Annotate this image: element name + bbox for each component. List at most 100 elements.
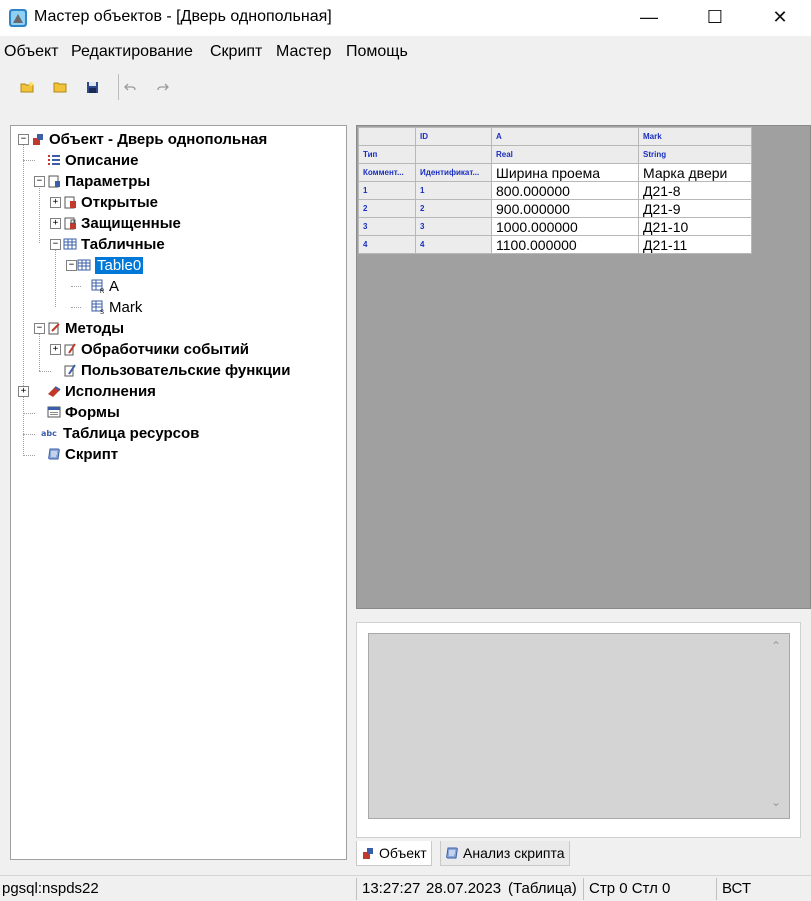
status-bar: pgsql:nspds22 13:27:27 28.07.2023 (Табли…: [0, 875, 811, 901]
header-cell[interactable]: ID: [415, 127, 492, 146]
tree-node-tabular[interactable]: Табличные: [63, 234, 165, 254]
comment-cell[interactable]: Марка двери: [638, 163, 752, 182]
cell-mark[interactable]: Д21-8: [638, 181, 752, 200]
row-id[interactable]: 4: [415, 235, 492, 254]
undo-button[interactable]: [119, 72, 141, 102]
window-title: Мастер объектов - [Дверь однопольная]: [34, 8, 332, 25]
header-row-types: Тип Real String: [358, 145, 752, 164]
expand-toggle[interactable]: +: [50, 218, 61, 229]
collapse-toggle[interactable]: −: [66, 260, 77, 271]
menu-script[interactable]: Скрипт: [210, 43, 262, 61]
editor-scrollbar[interactable]: ⌃ ⌄: [765, 634, 787, 816]
tree-node-label: Исполнения: [65, 382, 156, 400]
text-resource-icon: abc: [41, 429, 57, 438]
tree-node-label: Table0: [95, 256, 144, 274]
tree-node-label: Скрипт: [65, 445, 119, 463]
app-icon: [9, 9, 27, 27]
table-row[interactable]: 3 3 1000.000000 Д21-10: [358, 217, 752, 236]
open-button[interactable]: [49, 72, 71, 102]
script-editor[interactable]: [368, 633, 790, 819]
collapse-toggle[interactable]: −: [50, 239, 61, 250]
header-cell[interactable]: Тип: [358, 145, 416, 164]
tree-node-label: Защищенные: [81, 214, 181, 232]
status-date: 28.07.2023: [426, 880, 502, 897]
table-row[interactable]: 2 2 900.000000 Д21-9: [358, 199, 752, 218]
tree-node-script[interactable]: Скрипт: [47, 444, 118, 464]
table-row[interactable]: 4 4 1100.000000 Д21-11: [358, 235, 752, 254]
executions-icon: [48, 386, 61, 397]
tree-node-table0[interactable]: Table0: [77, 255, 144, 275]
row-header[interactable]: 4: [358, 235, 416, 254]
row-id[interactable]: 1: [415, 181, 492, 200]
row-header[interactable]: 2: [358, 199, 416, 218]
tree-node-event-handlers[interactable]: Обработчики событий: [63, 339, 249, 359]
comment-cell[interactable]: Ширина проема: [491, 163, 639, 182]
menu-help[interactable]: Помощь: [346, 43, 408, 61]
tree-node-root[interactable]: Объект - Дверь однопольная: [31, 129, 267, 149]
save-button[interactable]: [81, 72, 103, 102]
collapse-toggle[interactable]: −: [34, 176, 45, 187]
cell-a[interactable]: 1000.000000: [491, 217, 639, 236]
header-cell[interactable]: A: [491, 127, 639, 146]
expand-toggle[interactable]: +: [18, 386, 29, 397]
tab-object[interactable]: Объект: [356, 841, 432, 866]
tree-node-open[interactable]: Открытые: [63, 192, 158, 212]
object-tree[interactable]: − Объект - Дверь однопольная Описание − …: [10, 125, 347, 860]
open-folder-icon: [53, 82, 67, 93]
menu-object[interactable]: Объект: [4, 43, 58, 61]
table-row[interactable]: 1 1 800.000000 Д21-8: [358, 181, 752, 200]
header-cell[interactable]: Mark: [638, 127, 752, 146]
header-cell[interactable]: [358, 127, 416, 146]
tree-node-methods[interactable]: Методы: [47, 318, 124, 338]
new-button[interactable]: [16, 72, 38, 102]
tree-node-column-mark[interactable]: S Mark: [91, 297, 142, 317]
redo-button[interactable]: [152, 72, 174, 102]
row-header[interactable]: 3: [358, 217, 416, 236]
tree-node-description[interactable]: Описание: [47, 150, 138, 170]
row-header[interactable]: 1: [358, 181, 416, 200]
header-cell[interactable]: String: [638, 145, 752, 164]
tree-node-resources[interactable]: abc Таблица ресурсов: [41, 423, 199, 443]
menu-master[interactable]: Мастер: [276, 43, 331, 61]
cell-a[interactable]: 1100.000000: [491, 235, 639, 254]
header-cell[interactable]: Real: [491, 145, 639, 164]
tree-node-executions[interactable]: Исполнения: [47, 381, 156, 401]
svg-text:R: R: [100, 289, 105, 293]
header-cell[interactable]: Идентификат...: [415, 163, 492, 182]
row-id[interactable]: 3: [415, 217, 492, 236]
expand-toggle[interactable]: +: [50, 344, 61, 355]
table-grid[interactable]: ID A Mark Тип Real String Коммент... Иде…: [356, 125, 811, 609]
tree-node-parameters[interactable]: Параметры: [47, 171, 150, 191]
cell-mark[interactable]: Д21-9: [638, 199, 752, 218]
cell-mark[interactable]: Д21-11: [638, 235, 752, 254]
tree-node-label: Пользовательские функции: [81, 361, 291, 379]
scroll-down-icon[interactable]: ⌄: [765, 792, 787, 812]
close-button[interactable]: ✕: [757, 0, 803, 36]
tree-node-user-functions[interactable]: Пользовательские функции: [63, 360, 290, 380]
header-cell[interactable]: [415, 145, 492, 164]
cell-a[interactable]: 800.000000: [491, 181, 639, 200]
maximize-button[interactable]: ☐: [692, 0, 738, 36]
title-bar: Мастер объектов - [Дверь однопольная] — …: [0, 0, 811, 36]
scroll-up-icon[interactable]: ⌃: [765, 636, 787, 656]
menu-edit[interactable]: Редактирование: [71, 43, 193, 61]
tab-script-analysis[interactable]: Анализ скрипта: [440, 841, 570, 866]
tree-node-label: Описание: [65, 151, 139, 169]
tree-node-column-a[interactable]: R A: [91, 276, 119, 296]
cell-mark[interactable]: Д21-10: [638, 217, 752, 236]
header-cell[interactable]: Коммент...: [358, 163, 416, 182]
methods-icon: [48, 322, 60, 335]
cell-a[interactable]: 900.000000: [491, 199, 639, 218]
protected-params-icon: [64, 217, 76, 230]
tree-node-label: A: [109, 277, 120, 295]
expand-toggle[interactable]: +: [50, 197, 61, 208]
status-mode: (Таблица): [508, 880, 577, 897]
row-id[interactable]: 2: [415, 199, 492, 218]
collapse-toggle[interactable]: −: [34, 323, 45, 334]
minimize-button[interactable]: —: [626, 0, 672, 36]
header-row-comments: Коммент... Идентификат... Ширина проема …: [358, 163, 752, 182]
tree-node-protected[interactable]: Защищенные: [63, 213, 181, 233]
collapse-toggle[interactable]: −: [18, 134, 29, 145]
tree-node-forms[interactable]: Формы: [47, 402, 120, 422]
tree-line: [39, 371, 51, 372]
